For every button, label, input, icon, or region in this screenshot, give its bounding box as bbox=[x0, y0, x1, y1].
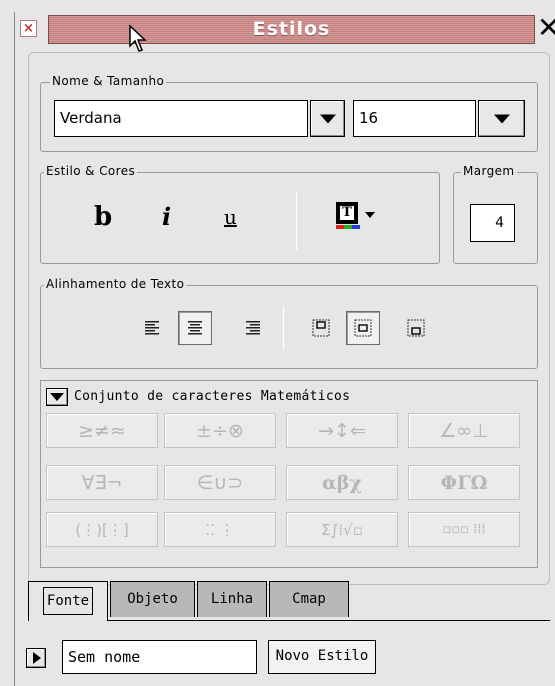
text-color-icon: T bbox=[336, 202, 358, 224]
window-title: Estilos bbox=[252, 18, 331, 40]
toolbar-divider bbox=[296, 192, 297, 250]
align-center-icon bbox=[188, 321, 202, 335]
mouse-cursor-icon bbox=[129, 24, 147, 52]
chevron-down-icon bbox=[50, 393, 64, 401]
math-sets-button[interactable]: ∈∪⊃ bbox=[164, 465, 276, 500]
underline-button[interactable]: u bbox=[224, 202, 237, 232]
tab-linha[interactable]: Linha bbox=[197, 581, 267, 617]
bold-button[interactable]: b bbox=[94, 202, 112, 232]
close-window-icon[interactable]: ✕ bbox=[537, 14, 555, 42]
math-relations-button[interactable]: ≥≠≈ bbox=[46, 413, 158, 448]
tab-fonte[interactable]: Fonte bbox=[28, 581, 108, 621]
math-operators-button[interactable]: ±÷⊗ bbox=[164, 413, 276, 448]
margin-field[interactable]: 4 bbox=[470, 204, 515, 242]
valign-bottom-button[interactable] bbox=[405, 317, 427, 343]
font-size-field[interactable]: 16 bbox=[353, 100, 476, 137]
math-characters-label: Conjunto de caracteres Matemáticos bbox=[74, 389, 351, 404]
valign-top-button[interactable] bbox=[310, 317, 332, 343]
margin-label: Margem bbox=[461, 164, 517, 178]
align-center-button[interactable] bbox=[178, 311, 212, 345]
text-color-button[interactable]: T bbox=[336, 202, 382, 238]
font-group-label: Nome & Tamanho bbox=[50, 74, 167, 88]
italic-button[interactable]: i bbox=[162, 202, 171, 232]
chevron-down-icon bbox=[365, 212, 375, 218]
chevron-right-icon bbox=[33, 652, 41, 664]
math-misc-button[interactable]: ∠∞⊥ bbox=[408, 413, 520, 448]
valign-middle-button[interactable] bbox=[346, 311, 380, 345]
alignment-divider bbox=[283, 306, 284, 350]
align-left-button[interactable] bbox=[142, 317, 164, 343]
valign-bottom-icon bbox=[407, 319, 425, 337]
style-colors-label: Estilo & Cores bbox=[44, 164, 138, 178]
tab-objeto[interactable]: Objeto bbox=[110, 581, 195, 617]
font-name-field[interactable]: Verdana bbox=[54, 100, 308, 137]
valign-top-icon bbox=[312, 319, 330, 337]
close-icon[interactable]: × bbox=[20, 20, 37, 37]
title-bar[interactable]: Estilos bbox=[48, 15, 535, 44]
tab-cmap[interactable]: Cmap bbox=[269, 581, 349, 617]
math-brackets-button[interactable]: (⋮)[⋮] bbox=[46, 512, 158, 547]
valign-middle-icon bbox=[354, 319, 372, 337]
align-right-button[interactable] bbox=[241, 317, 263, 343]
math-characters-toggle[interactable] bbox=[46, 388, 68, 406]
math-matrices-button[interactable]: ▫▫▫ ⁞⁞⁞ bbox=[408, 512, 520, 547]
font-name-dropdown[interactable] bbox=[310, 100, 345, 137]
style-name-field[interactable]: Sem nome bbox=[62, 640, 257, 674]
alignment-label: Alinhamento de Texto bbox=[44, 277, 187, 291]
math-logic-button[interactable]: ∀∃¬ bbox=[46, 465, 158, 500]
math-greek-lower-button[interactable]: αβχ bbox=[286, 465, 398, 500]
expand-toggle[interactable] bbox=[26, 648, 46, 668]
color-swatch bbox=[336, 225, 360, 229]
alignment-group bbox=[40, 285, 538, 369]
new-style-button[interactable]: Novo Estilo bbox=[268, 640, 376, 674]
align-left-icon bbox=[145, 321, 159, 335]
chevron-down-icon bbox=[319, 114, 336, 123]
math-scripts-button[interactable]: ⁚⁚ ⋮ bbox=[164, 512, 276, 547]
math-big-operators-button[interactable]: Σ∫⁞√▫ bbox=[286, 512, 398, 547]
math-greek-upper-button[interactable]: ΦΓΩ bbox=[408, 465, 520, 500]
chevron-down-icon bbox=[493, 114, 510, 123]
font-size-dropdown[interactable] bbox=[478, 100, 525, 137]
align-right-icon bbox=[246, 321, 260, 335]
math-arrows-button[interactable]: →↕⇐ bbox=[286, 413, 398, 448]
